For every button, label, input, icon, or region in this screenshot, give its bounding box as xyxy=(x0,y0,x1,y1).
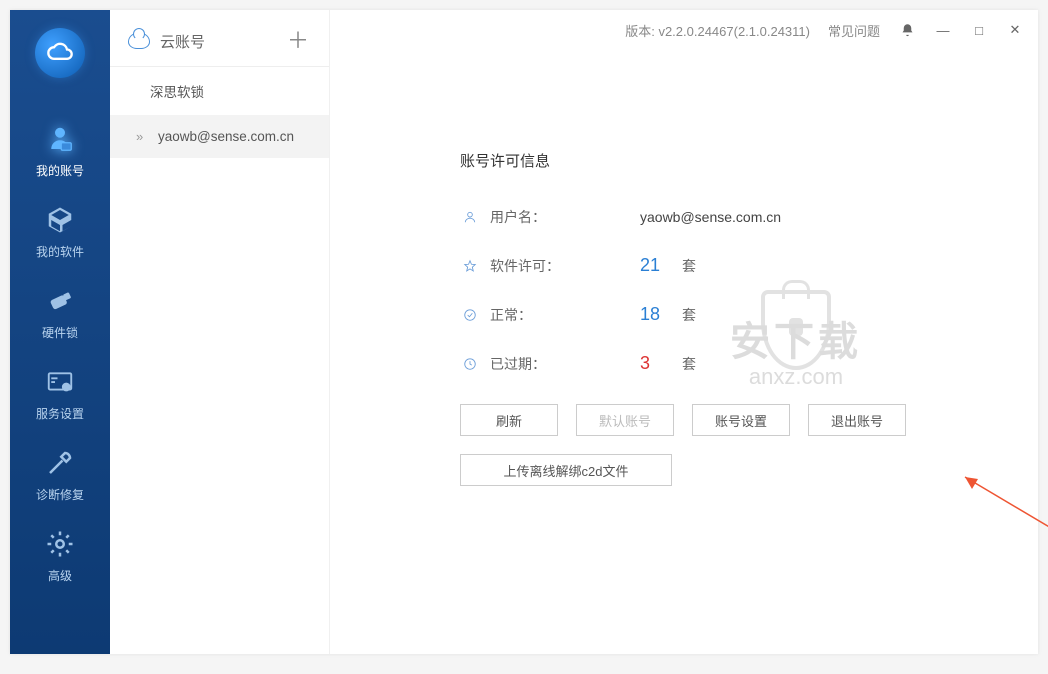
upload-c2d-button[interactable]: 上传离线解绑c2d文件 xyxy=(460,454,672,486)
section-title: 账号许可信息 xyxy=(460,150,1038,171)
nav-label: 我的软件 xyxy=(36,243,84,260)
main-panel: 版本: v2.2.0.24467(2.1.0.24311) 常见问题 — □ ✕… xyxy=(330,10,1038,654)
expired-count: 3 xyxy=(640,353,666,374)
account-settings-button[interactable]: 账号设置 xyxy=(692,404,790,436)
sidebar-header: 云账号 ＋ xyxy=(110,10,329,67)
sidebar-item-vendor[interactable]: 深思软锁 xyxy=(110,67,329,115)
account-license-info: 账号许可信息 用户名： yaowb@sense.com.cn 软件许可： 21套… xyxy=(330,10,1038,486)
account-sidebar: 云账号 ＋ 深思软锁 yaowb@sense.com.cn xyxy=(110,10,330,654)
row-normal-count: 正常： 18套 xyxy=(460,304,1038,325)
logout-button[interactable]: 退出账号 xyxy=(808,404,906,436)
app-window: 我的账号 我的软件 硬件锁 服务设置 诊断修复 xyxy=(10,10,1038,654)
action-buttons: 刷新 默认账号 账号设置 退出账号 xyxy=(460,404,1038,436)
close-button[interactable]: ✕ xyxy=(1006,21,1024,39)
sidebar-item-account[interactable]: yaowb@sense.com.cn xyxy=(110,115,329,158)
titlebar: 版本: v2.2.0.24467(2.1.0.24311) 常见问题 — □ ✕ xyxy=(330,10,1038,50)
nav-label: 诊断修复 xyxy=(36,486,84,503)
license-count: 21 xyxy=(640,255,666,276)
account-icon xyxy=(43,122,77,156)
refresh-button[interactable]: 刷新 xyxy=(460,404,558,436)
row-username: 用户名： yaowb@sense.com.cn xyxy=(460,207,1038,227)
row-license-count: 软件许可： 21套 xyxy=(460,255,1038,276)
clock-icon xyxy=(460,357,480,371)
minimize-button[interactable]: — xyxy=(934,21,952,39)
user-icon xyxy=(460,210,480,224)
nav-label: 我的账号 xyxy=(36,162,84,179)
cloud-icon xyxy=(128,33,150,49)
star-icon xyxy=(460,259,480,273)
nav-service-settings[interactable]: 服务设置 xyxy=(10,351,110,432)
add-account-button[interactable]: ＋ xyxy=(287,30,309,52)
nav-advanced[interactable]: 高级 xyxy=(10,513,110,594)
normal-count: 18 xyxy=(640,304,666,325)
sidebar-title: 云账号 xyxy=(160,31,205,52)
left-nav: 我的账号 我的软件 硬件锁 服务设置 诊断修复 xyxy=(10,10,110,654)
gear-icon xyxy=(43,527,77,561)
dongle-icon xyxy=(43,284,77,318)
username-value: yaowb@sense.com.cn xyxy=(640,209,781,225)
faq-link[interactable]: 常见问题 xyxy=(828,21,880,40)
nav-label: 服务设置 xyxy=(36,405,84,422)
bell-icon[interactable] xyxy=(898,21,916,39)
nav-label: 高级 xyxy=(48,567,72,584)
cloud-icon xyxy=(46,39,74,67)
default-account-button[interactable]: 默认账号 xyxy=(576,404,674,436)
nav-diagnose-repair[interactable]: 诊断修复 xyxy=(10,432,110,513)
nav-label: 硬件锁 xyxy=(42,324,78,341)
nav-dongle[interactable]: 硬件锁 xyxy=(10,270,110,351)
app-logo xyxy=(35,28,85,78)
nav-my-account[interactable]: 我的账号 xyxy=(10,108,110,189)
maximize-button[interactable]: □ xyxy=(970,21,988,39)
software-icon xyxy=(43,203,77,237)
version-label: 版本: v2.2.0.24467(2.1.0.24311) xyxy=(625,21,810,40)
repair-icon xyxy=(43,446,77,480)
nav-my-software[interactable]: 我的软件 xyxy=(10,189,110,270)
row-expired-count: 已过期： 3套 xyxy=(460,353,1038,374)
check-icon xyxy=(460,308,480,322)
service-icon xyxy=(43,365,77,399)
